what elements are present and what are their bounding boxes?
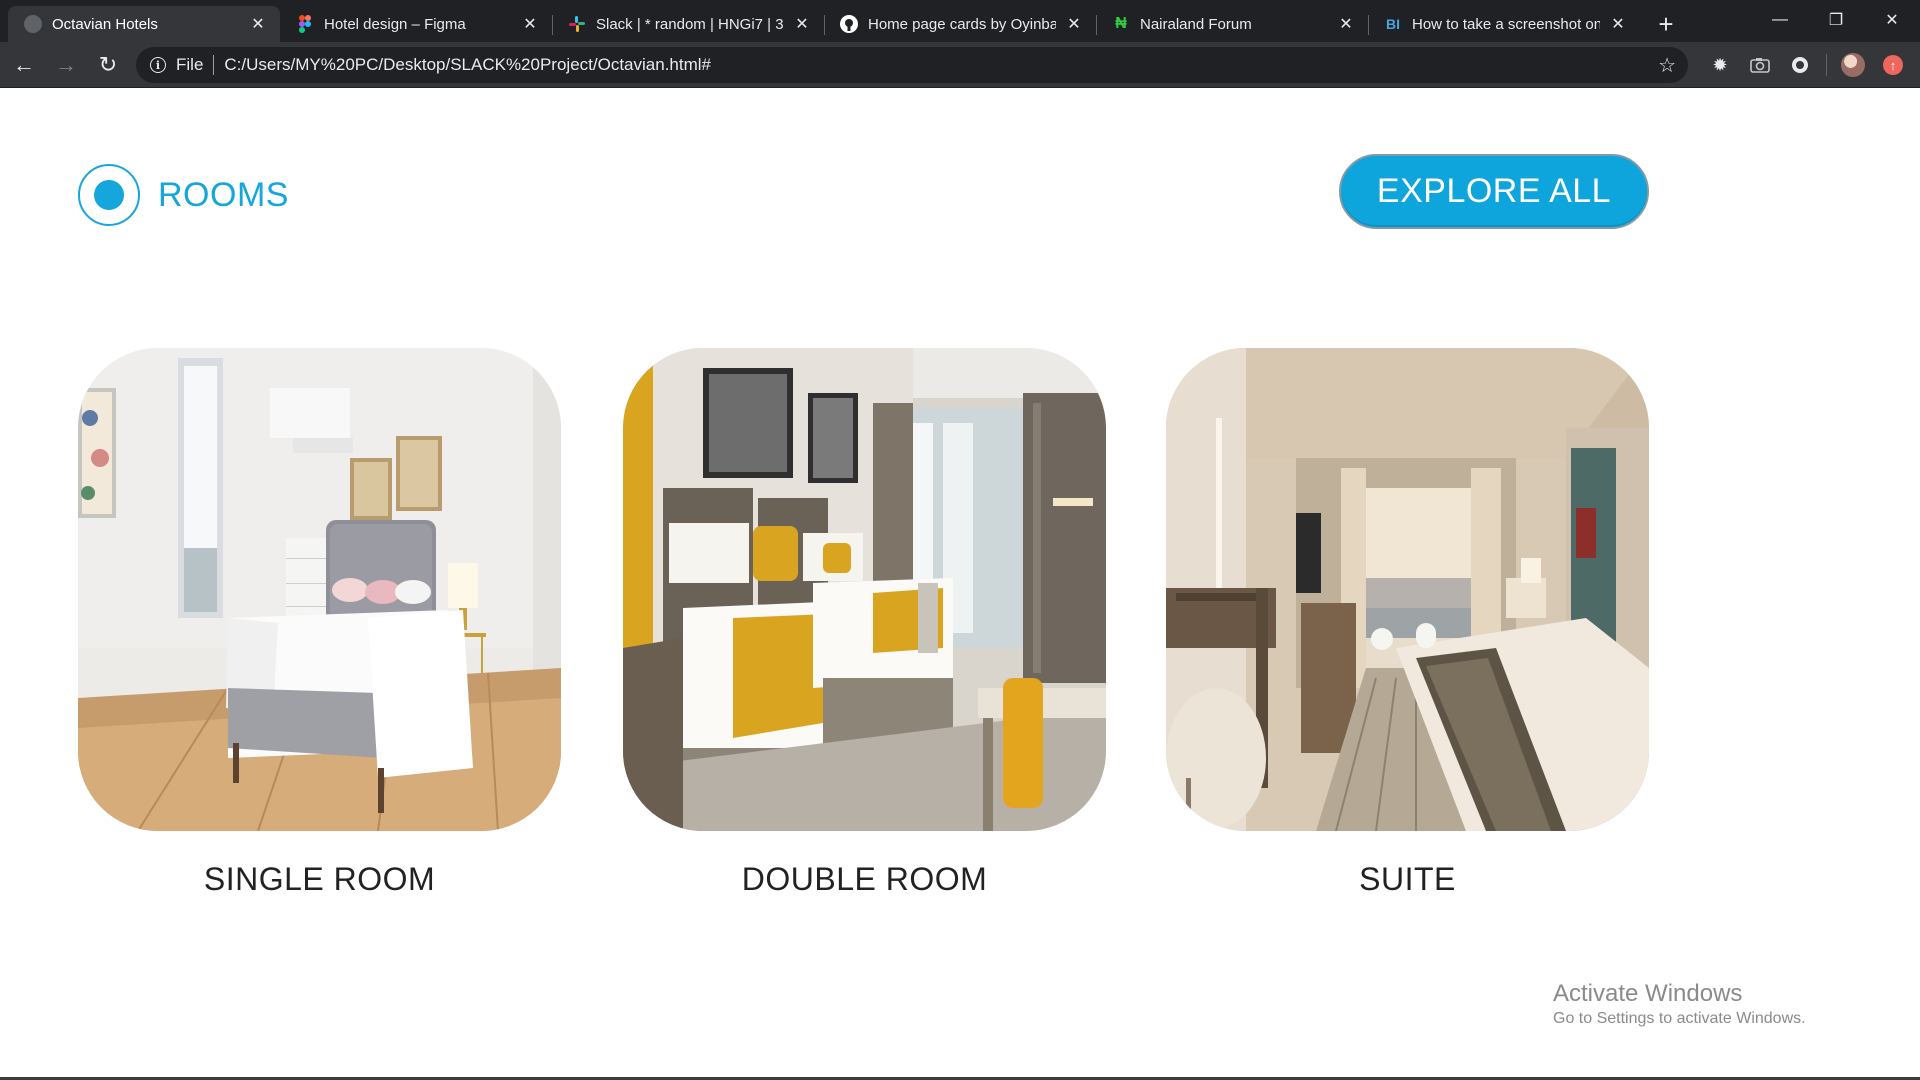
- explore-all-button[interactable]: EXPLORE ALL: [1339, 154, 1649, 229]
- divider: [213, 55, 215, 75]
- scheme-chip: File: [176, 55, 204, 74]
- tab-github[interactable]: Home page cards by Oyinba ✕: [824, 6, 1096, 42]
- close-icon[interactable]: ✕: [1336, 14, 1356, 34]
- room-card-suite[interactable]: SUITE: [1166, 348, 1649, 898]
- extensions-area: ✹ ↑: [1700, 42, 1913, 88]
- tab-title: Octavian Hotels: [52, 15, 158, 33]
- tab-nairaland[interactable]: ₦ Nairaland Forum ✕: [1096, 6, 1368, 42]
- back-icon[interactable]: ←: [6, 47, 42, 83]
- extension-circle-icon[interactable]: [1786, 51, 1814, 79]
- figma-icon: [296, 15, 314, 33]
- room-photo-single[interactable]: [78, 348, 561, 831]
- update-badge: ↑: [1883, 55, 1903, 75]
- restore-icon[interactable]: ❐: [1808, 0, 1864, 40]
- address-bar[interactable]: i File C:/Users/MY%20PC/Desktop/SLACK%20…: [136, 47, 1688, 83]
- url-text[interactable]: C:/Users/MY%20PC/Desktop/SLACK%20Project…: [224, 55, 1658, 75]
- page-body: ROOMS EXPLORE ALL SINGLE ROOM DOUBLE ROO…: [0, 89, 1920, 1080]
- tab-title: Nairaland Forum: [1140, 15, 1252, 33]
- forward-icon[interactable]: →: [48, 47, 84, 83]
- info-icon[interactable]: i: [150, 57, 166, 73]
- watermark-title: Activate Windows: [1553, 980, 1743, 1007]
- single-room-image: [78, 348, 561, 831]
- profile-avatar[interactable]: [1839, 51, 1867, 79]
- rooms-section-header: ROOMS: [78, 164, 289, 226]
- bookmark-star-icon[interactable]: ☆: [1658, 53, 1676, 78]
- browser-tab-strip: Octavian Hotels ✕ Hotel design – Figma ✕…: [0, 0, 1920, 42]
- dot: [94, 180, 124, 210]
- room-name: SINGLE ROOM: [203, 861, 436, 897]
- divider: [1826, 54, 1827, 76]
- watermark-subtitle: Go to Settings to activate Windows.: [1553, 1010, 1806, 1027]
- room-card-double[interactable]: DOUBLE ROOM: [623, 348, 1106, 898]
- radio-dot-icon: [78, 164, 140, 226]
- close-icon[interactable]: ✕: [1608, 14, 1628, 34]
- settings-gear-icon[interactable]: ✹: [1706, 51, 1734, 79]
- window-controls: — ❐ ✕: [1752, 0, 1920, 42]
- update-icon[interactable]: ↑: [1879, 51, 1907, 79]
- close-icon[interactable]: ✕: [248, 14, 268, 34]
- tab-octavian-hotels[interactable]: Octavian Hotels ✕: [8, 6, 280, 42]
- reload-icon[interactable]: ↻: [90, 47, 126, 83]
- github-icon: [840, 15, 858, 33]
- room-photo-double[interactable]: [623, 348, 1106, 831]
- tab-slack[interactable]: Slack | * random | HNGi7 | 3 ✕: [552, 6, 824, 42]
- room-card-single[interactable]: SINGLE ROOM: [78, 348, 561, 898]
- bi-icon: BI: [1386, 16, 1400, 32]
- nairaland-icon: ₦: [1115, 15, 1127, 32]
- tab-title: Home page cards by Oyinba: [868, 15, 1056, 33]
- room-name: SUITE: [1359, 861, 1456, 897]
- close-icon[interactable]: ✕: [1064, 14, 1084, 34]
- tab-figma[interactable]: Hotel design – Figma ✕: [280, 6, 552, 42]
- minimize-icon[interactable]: —: [1752, 0, 1808, 40]
- room-name: DOUBLE ROOM: [741, 861, 988, 897]
- browser-toolbar: ← → ↻ i File C:/Users/MY%20PC/Desktop/SL…: [0, 42, 1920, 88]
- room-photo-suite[interactable]: [1166, 348, 1649, 831]
- close-icon[interactable]: ✕: [792, 14, 812, 34]
- close-window-icon[interactable]: ✕: [1864, 0, 1920, 40]
- tab-title: How to take a screenshot on: [1412, 15, 1600, 33]
- room-cards: SINGLE ROOM DOUBLE ROOM SUITE: [78, 348, 1649, 908]
- slack-icon: [568, 15, 586, 33]
- close-icon[interactable]: ✕: [520, 14, 540, 34]
- suite-image: [1166, 348, 1649, 831]
- section-title: ROOMS: [158, 175, 289, 214]
- tab-title: Hotel design – Figma: [324, 15, 466, 33]
- double-room-image: [623, 348, 1106, 831]
- avatar: [1841, 53, 1865, 77]
- tab-business-insider[interactable]: BI How to take a screenshot on ✕: [1368, 6, 1640, 42]
- new-tab-button[interactable]: +: [1648, 6, 1684, 42]
- globe-icon: [24, 15, 42, 33]
- tab-title: Slack | * random | HNGi7 | 3: [596, 15, 784, 33]
- camera-icon[interactable]: [1746, 51, 1774, 79]
- activate-windows-watermark: Activate Windows Go to Settings to activ…: [1553, 980, 1806, 1028]
